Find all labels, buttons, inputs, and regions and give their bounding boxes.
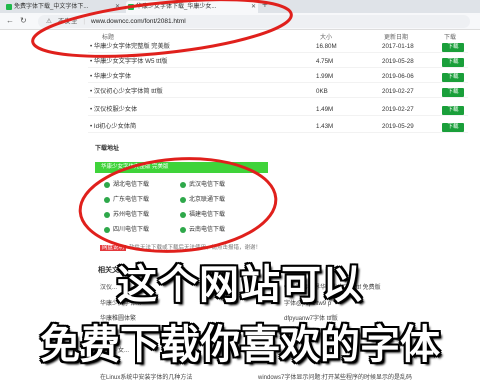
row-size: 0KB bbox=[316, 88, 328, 95]
download-icon bbox=[104, 227, 110, 233]
new-tab-button[interactable]: + bbox=[262, 0, 268, 12]
related-link[interactable]: windows7字体显示问题:打开某些程序的时候显示的是乱码 bbox=[258, 372, 412, 381]
tab-title: 华康少女字体下载_华康少女... bbox=[136, 4, 217, 10]
header-size: 大小 bbox=[320, 35, 333, 41]
security-label: 不安全 bbox=[57, 18, 78, 25]
row-date: 2019-02-27 bbox=[382, 106, 414, 113]
header-action: 下载 bbox=[444, 35, 457, 41]
row-title[interactable]: • 汉仪初心少女字体简 ttf版 bbox=[90, 86, 163, 98]
address-bar: ← ↻ ⚠ 不安全 | www.downcc.com/font/2081.html bbox=[0, 13, 480, 30]
site-favicon-icon bbox=[6, 4, 12, 10]
row-size: 16.80M bbox=[316, 43, 337, 50]
site-favicon-icon bbox=[128, 4, 134, 10]
url-text: www.downcc.com/font/2081.html bbox=[91, 18, 186, 25]
download-icon bbox=[104, 212, 110, 218]
download-header-bar: 华康少女字体完整版 完美版 bbox=[95, 162, 268, 173]
divider: | bbox=[83, 18, 86, 25]
download-button[interactable]: 下载 bbox=[442, 106, 464, 115]
tab-free-fonts[interactable]: 免费字体下载_中文字体下... ✕ bbox=[4, 1, 122, 13]
download-link-suzhou[interactable]: 苏州电信下载 bbox=[104, 210, 149, 220]
notice-badge[interactable]: 网盘说明 bbox=[100, 245, 127, 251]
header-date: 更新日期 bbox=[384, 35, 409, 41]
download-link-sichuan[interactable]: 四川电信下载 bbox=[104, 225, 149, 235]
table-row: • 华康少女字体 1.99M 2019-06-06 下载 bbox=[88, 71, 468, 83]
download-link-beijing[interactable]: 北京联通下载 bbox=[180, 195, 225, 205]
download-link-fujian[interactable]: 福建电信下载 bbox=[180, 210, 225, 220]
table-row: • 汉仪初心少女字体简 ttf版 0KB 2019-02-27 下载 bbox=[88, 86, 468, 98]
row-date: 2019-02-27 bbox=[382, 88, 414, 95]
download-icon bbox=[104, 197, 110, 203]
row-title[interactable]: • Id初心少女体简 bbox=[90, 121, 136, 133]
download-icon bbox=[180, 227, 186, 233]
table-row: • 汉仪校服少女体 1.49M 2019-02-27 下载 bbox=[88, 104, 468, 116]
related-link[interactable]: 在Linux系统中安装字体的几种方法 bbox=[100, 372, 192, 381]
download-link-guangdong[interactable]: 广东电信下载 bbox=[104, 195, 149, 205]
table-header: 标题 大小 更新日期 下载 bbox=[88, 31, 468, 41]
download-button[interactable]: 下载 bbox=[442, 73, 464, 82]
download-icon bbox=[180, 182, 186, 188]
download-icon bbox=[180, 197, 186, 203]
back-arrow-icon[interactable]: ← bbox=[6, 16, 14, 25]
tab-huakang[interactable]: 华康少女字体下载_华康少女... ✕ bbox=[126, 1, 258, 13]
tab-bar: 免费字体下载_中文字体下... ✕ 华康少女字体下载_华康少女... ✕ + bbox=[0, 0, 480, 13]
row-date: 2017-01-18 bbox=[382, 43, 414, 50]
download-notice: 网盘说明 软件无法下载或下载后无法使用，请点击报错，谢谢！ bbox=[100, 243, 261, 251]
url-input[interactable]: ⚠ 不安全 | www.downcc.com/font/2081.html bbox=[38, 15, 470, 28]
download-button[interactable]: 下载 bbox=[442, 43, 464, 52]
refresh-icon[interactable]: ↻ bbox=[20, 16, 27, 25]
caption-line-1: 这个网站可以 bbox=[117, 262, 363, 308]
download-link-wuhan[interactable]: 武汉电信下载 bbox=[180, 180, 225, 190]
row-size: 1.43M bbox=[316, 123, 334, 130]
row-date: 2019-05-29 bbox=[382, 123, 414, 130]
caption-line-2: 免费下载你喜欢的字体 bbox=[40, 322, 440, 368]
warning-icon: ⚠ bbox=[46, 18, 52, 25]
download-button[interactable]: 下载 bbox=[442, 88, 464, 97]
row-date: 2019-05-28 bbox=[382, 58, 414, 65]
table-row: • Id初心少女体简 1.43M 2019-05-29 下载 bbox=[88, 121, 468, 133]
row-title[interactable]: • 华康少女文字字体 W5 ttf版 bbox=[90, 56, 167, 68]
download-button[interactable]: 下载 bbox=[442, 58, 464, 67]
close-icon[interactable]: ✕ bbox=[115, 1, 120, 13]
download-section-title: 下载地址 bbox=[95, 146, 120, 152]
download-link-hubei[interactable]: 湖北电信下载 bbox=[104, 180, 149, 190]
download-icon bbox=[180, 212, 186, 218]
close-icon[interactable]: ✕ bbox=[251, 1, 256, 13]
row-title[interactable]: • 汉仪校服少女体 bbox=[90, 104, 137, 116]
download-link-yunnan[interactable]: 云南电信下载 bbox=[180, 225, 225, 235]
row-title[interactable]: • 华康少女字体 bbox=[90, 71, 131, 83]
tab-title: 免费字体下载_中文字体下... bbox=[14, 4, 89, 10]
row-title[interactable]: • 华康少女字体完整版 完美版 bbox=[90, 41, 170, 53]
download-icon bbox=[104, 182, 110, 188]
header-title: 标题 bbox=[102, 35, 115, 41]
row-size: 1.99M bbox=[316, 73, 334, 80]
notice-text: 软件无法下载或下载后无法使用，请点击报错，谢谢！ bbox=[129, 245, 262, 251]
table-row: • 华康少女文字字体 W5 ttf版 4.75M 2019-05-28 下载 bbox=[88, 56, 468, 68]
row-date: 2019-06-06 bbox=[382, 73, 414, 80]
row-size: 1.49M bbox=[316, 106, 334, 113]
download-button[interactable]: 下载 bbox=[442, 123, 464, 132]
table-row: • 华康少女字体完整版 完美版 16.80M 2017-01-18 下载 bbox=[88, 41, 468, 53]
row-size: 4.75M bbox=[316, 58, 334, 65]
